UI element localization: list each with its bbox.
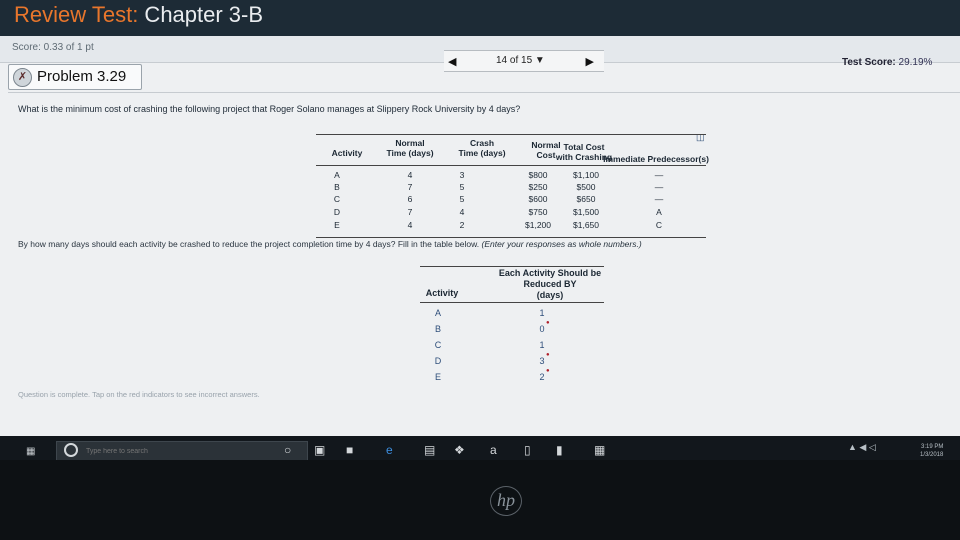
clock-time: 3:19 PM (921, 444, 944, 450)
answer-input[interactable]: 3 ● (532, 352, 552, 366)
cell-activity: D (333, 207, 341, 217)
question-text: What is the minimum cost of crashing the… (18, 104, 521, 114)
answer-input[interactable]: 0 ● (532, 320, 552, 334)
edge-browser-icon[interactable]: e (386, 443, 393, 457)
page-title: Review Test: Chapter 3-B (14, 2, 263, 28)
cell-total-cost: $1,500 (573, 207, 599, 217)
cortana-icon[interactable] (64, 443, 78, 457)
answer-activity: D (434, 356, 442, 366)
system-tray[interactable]: ▲ ◀ ◁ (848, 442, 876, 453)
dropbox-icon[interactable]: ❖ (454, 443, 465, 457)
answer-input[interactable]: 2 ● (532, 368, 552, 382)
cell-crash-time: 5 (459, 194, 465, 204)
title-chapter: Chapter 3-B (138, 2, 264, 27)
problem-header: ✗ Problem 3.29 (8, 64, 142, 90)
answer-table: Each Activity Should be Reduced BY (days… (420, 266, 604, 390)
divider (8, 92, 960, 93)
answer-value: 1 (539, 340, 545, 350)
completion-status: Question is complete. Tap on the red ind… (18, 390, 260, 399)
instruction-text: By how many days should each activity be… (18, 239, 642, 249)
cell-total-cost: $1,100 (573, 170, 599, 180)
cell-crash-time: 4 (459, 207, 465, 217)
cell-activity: B (334, 182, 340, 192)
cell-predecessor: — (654, 194, 664, 204)
incorrect-indicator-icon[interactable]: ● (546, 352, 550, 358)
word-icon[interactable]: ▮ (556, 443, 563, 457)
header-activity: Activity (425, 288, 459, 298)
previous-question-button[interactable]: ◀ (448, 55, 456, 68)
header-total-cost-1: Total Cost (563, 142, 605, 152)
header-reduced-1: Each Activity Should be (498, 268, 602, 278)
cell-total-cost: $650 (576, 194, 596, 204)
incorrect-indicator-icon[interactable]: ● (546, 368, 550, 374)
score-label: Score: 0.33 of 1 pt (12, 42, 94, 53)
answer-activity: C (434, 340, 442, 350)
question-navigator: ◀ 14 of 15 ▼ ▶ (444, 50, 604, 72)
header-normal-time-1: Normal (395, 138, 425, 148)
cell-activity: E (334, 220, 340, 230)
header-crash-time-2: Time (days) (458, 148, 506, 158)
file-explorer-icon[interactable]: ■ (346, 443, 353, 457)
test-score-label: Test Score: (842, 57, 896, 68)
table-rule (420, 266, 604, 267)
calculator-icon[interactable]: ▦ (594, 443, 605, 457)
cell-predecessor: A (656, 207, 662, 217)
partial-credit-icon: ✗ (13, 68, 32, 87)
table-rule (420, 302, 604, 303)
cell-crash-time: 2 (459, 220, 465, 230)
test-score: Test Score: 29.19% (842, 57, 932, 68)
cell-total-cost: $1,650 (573, 220, 599, 230)
instruction-hint: (Enter your responses as whole numbers.) (481, 239, 642, 249)
cell-predecessor: — (654, 170, 664, 180)
taskbar-clock[interactable]: 3:19 PM 1/3/2018 (920, 443, 943, 459)
next-question-button[interactable]: ▶ (586, 55, 594, 68)
cell-total-cost: $500 (576, 182, 596, 192)
search-input[interactable] (84, 444, 288, 458)
answer-value: 1 (539, 308, 545, 318)
table-rule (316, 165, 706, 166)
answer-input[interactable]: 1 (532, 308, 552, 318)
question-selector[interactable]: 14 of 15 ▼ (496, 55, 545, 66)
amazon-icon[interactable]: a (490, 443, 497, 457)
cell-crash-time: 3 (459, 170, 465, 180)
clock-date: 1/3/2018 (920, 452, 944, 458)
instruction-main: By how many days should each activity be… (18, 239, 480, 249)
title-prefix: Review Test: (14, 2, 139, 27)
header-reduced-3: (days) (536, 290, 564, 300)
header-normal-time-2: Time (days) (386, 148, 434, 158)
answer-value: 2 (539, 372, 545, 382)
incorrect-indicator-icon[interactable]: ● (546, 320, 550, 326)
store-icon[interactable]: ▤ (424, 443, 435, 457)
cell-activity: A (334, 170, 340, 180)
windows-start-icon[interactable]: ▦ (26, 446, 35, 457)
answer-value: 3 (539, 356, 545, 366)
cell-predecessor: — (654, 182, 664, 192)
task-view-icon[interactable]: ▣ (314, 443, 325, 457)
microphone-icon[interactable]: ○ (284, 443, 291, 457)
answer-activity: E (434, 372, 441, 382)
screen: Review Test: Chapter 3-B Score: 0.33 of … (0, 0, 960, 460)
header-reduced-2: Reduced BY (523, 279, 577, 289)
answer-input[interactable]: 1 (532, 340, 552, 350)
table-rule (316, 134, 706, 135)
answer-activity: A (434, 308, 441, 318)
answer-value: 0 (539, 324, 545, 334)
cell-activity: C (333, 194, 341, 204)
cell-crash-time: 5 (459, 182, 465, 192)
table-rule (316, 237, 706, 238)
hp-logo: hp (490, 486, 522, 516)
media-app-icon[interactable]: ▯ (524, 443, 531, 457)
header-predecessor: Immediate Predecessor(s) (603, 154, 709, 164)
cell-predecessor: C (655, 220, 663, 230)
header-crash-time-1: Crash (469, 138, 495, 148)
answer-activity: B (434, 324, 441, 334)
test-score-value: 29.19% (898, 57, 933, 68)
problem-title: Problem 3.29 (37, 68, 127, 85)
